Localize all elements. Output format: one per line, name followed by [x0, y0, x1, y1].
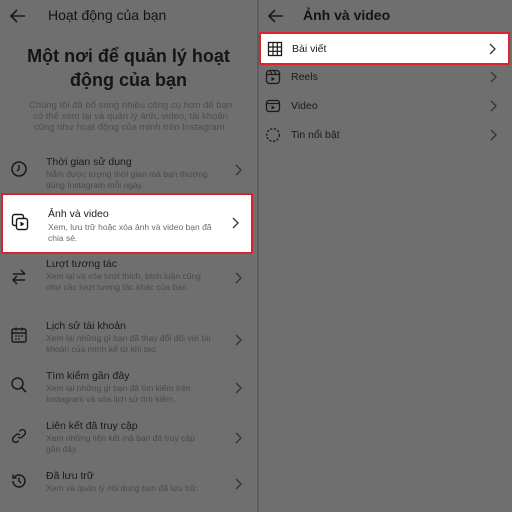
menu-item-title: Lịch sử tài khoản	[46, 320, 126, 332]
archive-history-icon	[12, 474, 26, 488]
hero-title: Một nơi để quản lý hoạt động của bạn	[27, 46, 230, 90]
grid-icon	[267, 41, 283, 57]
menu-item-photos-videos[interactable]: Ảnh và video Xem, lưu trữ hoặc xóa ảnh v…	[1, 193, 253, 254]
menu-item-interactions[interactable]: Lượt tương tác Xem lại và xóa lượt thích…	[0, 258, 257, 308]
menu-item-title: Thời gian sử dụng	[46, 156, 132, 168]
chevron-right-icon	[490, 100, 497, 112]
top-bar: Ảnh và video	[259, 0, 512, 32]
search-icon	[11, 377, 27, 393]
menu-item-title: Bài viết	[292, 43, 327, 55]
photos-videos-panel: Ảnh và video Bài viết Reels Video Tin nổ…	[259, 0, 512, 512]
menu-item-description: Xem lại và xóa lượt thích, bình luận cũn…	[46, 271, 201, 292]
menu-item-description: Xem, lưu trữ hoặc xóa ảnh và video bạn đ…	[48, 222, 212, 243]
menu-item-video[interactable]: Video	[259, 92, 512, 120]
highlights-icon	[266, 128, 280, 142]
activity-panel: Hoạt động của bạn Một nơi để quản lý hoạ…	[0, 0, 257, 512]
chevron-right-icon	[235, 478, 242, 490]
reels-icon	[265, 69, 281, 85]
hero-description: Chúng tôi đã bổ sung nhiều công cụ hơn đ…	[28, 100, 233, 133]
back-arrow-icon[interactable]	[9, 7, 27, 25]
chevron-right-icon	[235, 272, 242, 284]
video-icon	[265, 99, 281, 113]
chevron-right-icon	[235, 334, 242, 346]
chevron-right-icon	[235, 382, 242, 394]
back-arrow-icon[interactable]	[267, 7, 285, 25]
chevron-right-icon	[489, 43, 496, 55]
chevron-right-icon	[235, 164, 242, 176]
page-title: Hoạt động của bạn	[48, 7, 167, 23]
chevron-right-icon	[232, 217, 239, 229]
top-bar: Hoạt động của bạn	[0, 0, 257, 32]
menu-item-description: Xem những liên kết mà bạn đã truy cập gầ…	[46, 433, 195, 454]
menu-item-title: Video	[291, 100, 318, 112]
page-title: Ảnh và video	[303, 7, 391, 23]
menu-item-title: Đã lưu trữ	[46, 470, 94, 482]
menu-item-account-history[interactable]: Lịch sử tài khoản Xem lại những gì bạn đ…	[0, 320, 257, 370]
chevron-right-icon	[235, 432, 242, 444]
menu-item-title: Liên kết đã truy cập	[46, 420, 138, 432]
menu-item-description: Xem và quản lý nội dung bạn đã lưu trữ.	[46, 483, 199, 493]
arrows-exchange-icon	[12, 269, 26, 285]
chevron-right-icon	[490, 129, 497, 141]
menu-item-highlights[interactable]: Tin nổi bật	[259, 121, 512, 149]
menu-item-recent-searches[interactable]: Tìm kiếm gần đây Xem lại những gì bạn đã…	[0, 370, 257, 420]
clock-icon	[11, 161, 27, 177]
photo-video-icon	[11, 213, 29, 231]
menu-item-title: Ảnh và video	[48, 208, 109, 220]
menu-item-reels[interactable]: Reels	[259, 63, 512, 91]
menu-item-posts[interactable]: Bài viết	[259, 32, 510, 65]
menu-item-description: Nắm được lượng thời gian mà bạn thường d…	[46, 169, 208, 190]
chevron-right-icon	[490, 71, 497, 83]
menu-item-description: Xem lại những gì bạn đã tìm kiếm trên In…	[46, 383, 191, 404]
menu-item-description: Xem lại những gì bạn đã thay đổi đối với…	[46, 333, 211, 354]
menu-item-visited-links[interactable]: Liên kết đã truy cập Xem những liên kết …	[0, 420, 257, 470]
link-icon	[11, 428, 27, 444]
menu-item-title: Reels	[291, 71, 318, 83]
menu-item-title: Tìm kiếm gần đây	[46, 370, 130, 382]
menu-item-title: Lượt tương tác	[46, 258, 118, 270]
bottom-nav-edge	[259, 506, 512, 512]
menu-item-archived[interactable]: Đã lưu trữ Xem và quản lý nội dung bạn đ…	[0, 470, 257, 512]
menu-item-title: Tin nổi bật	[291, 129, 340, 141]
calendar-icon	[11, 327, 27, 343]
